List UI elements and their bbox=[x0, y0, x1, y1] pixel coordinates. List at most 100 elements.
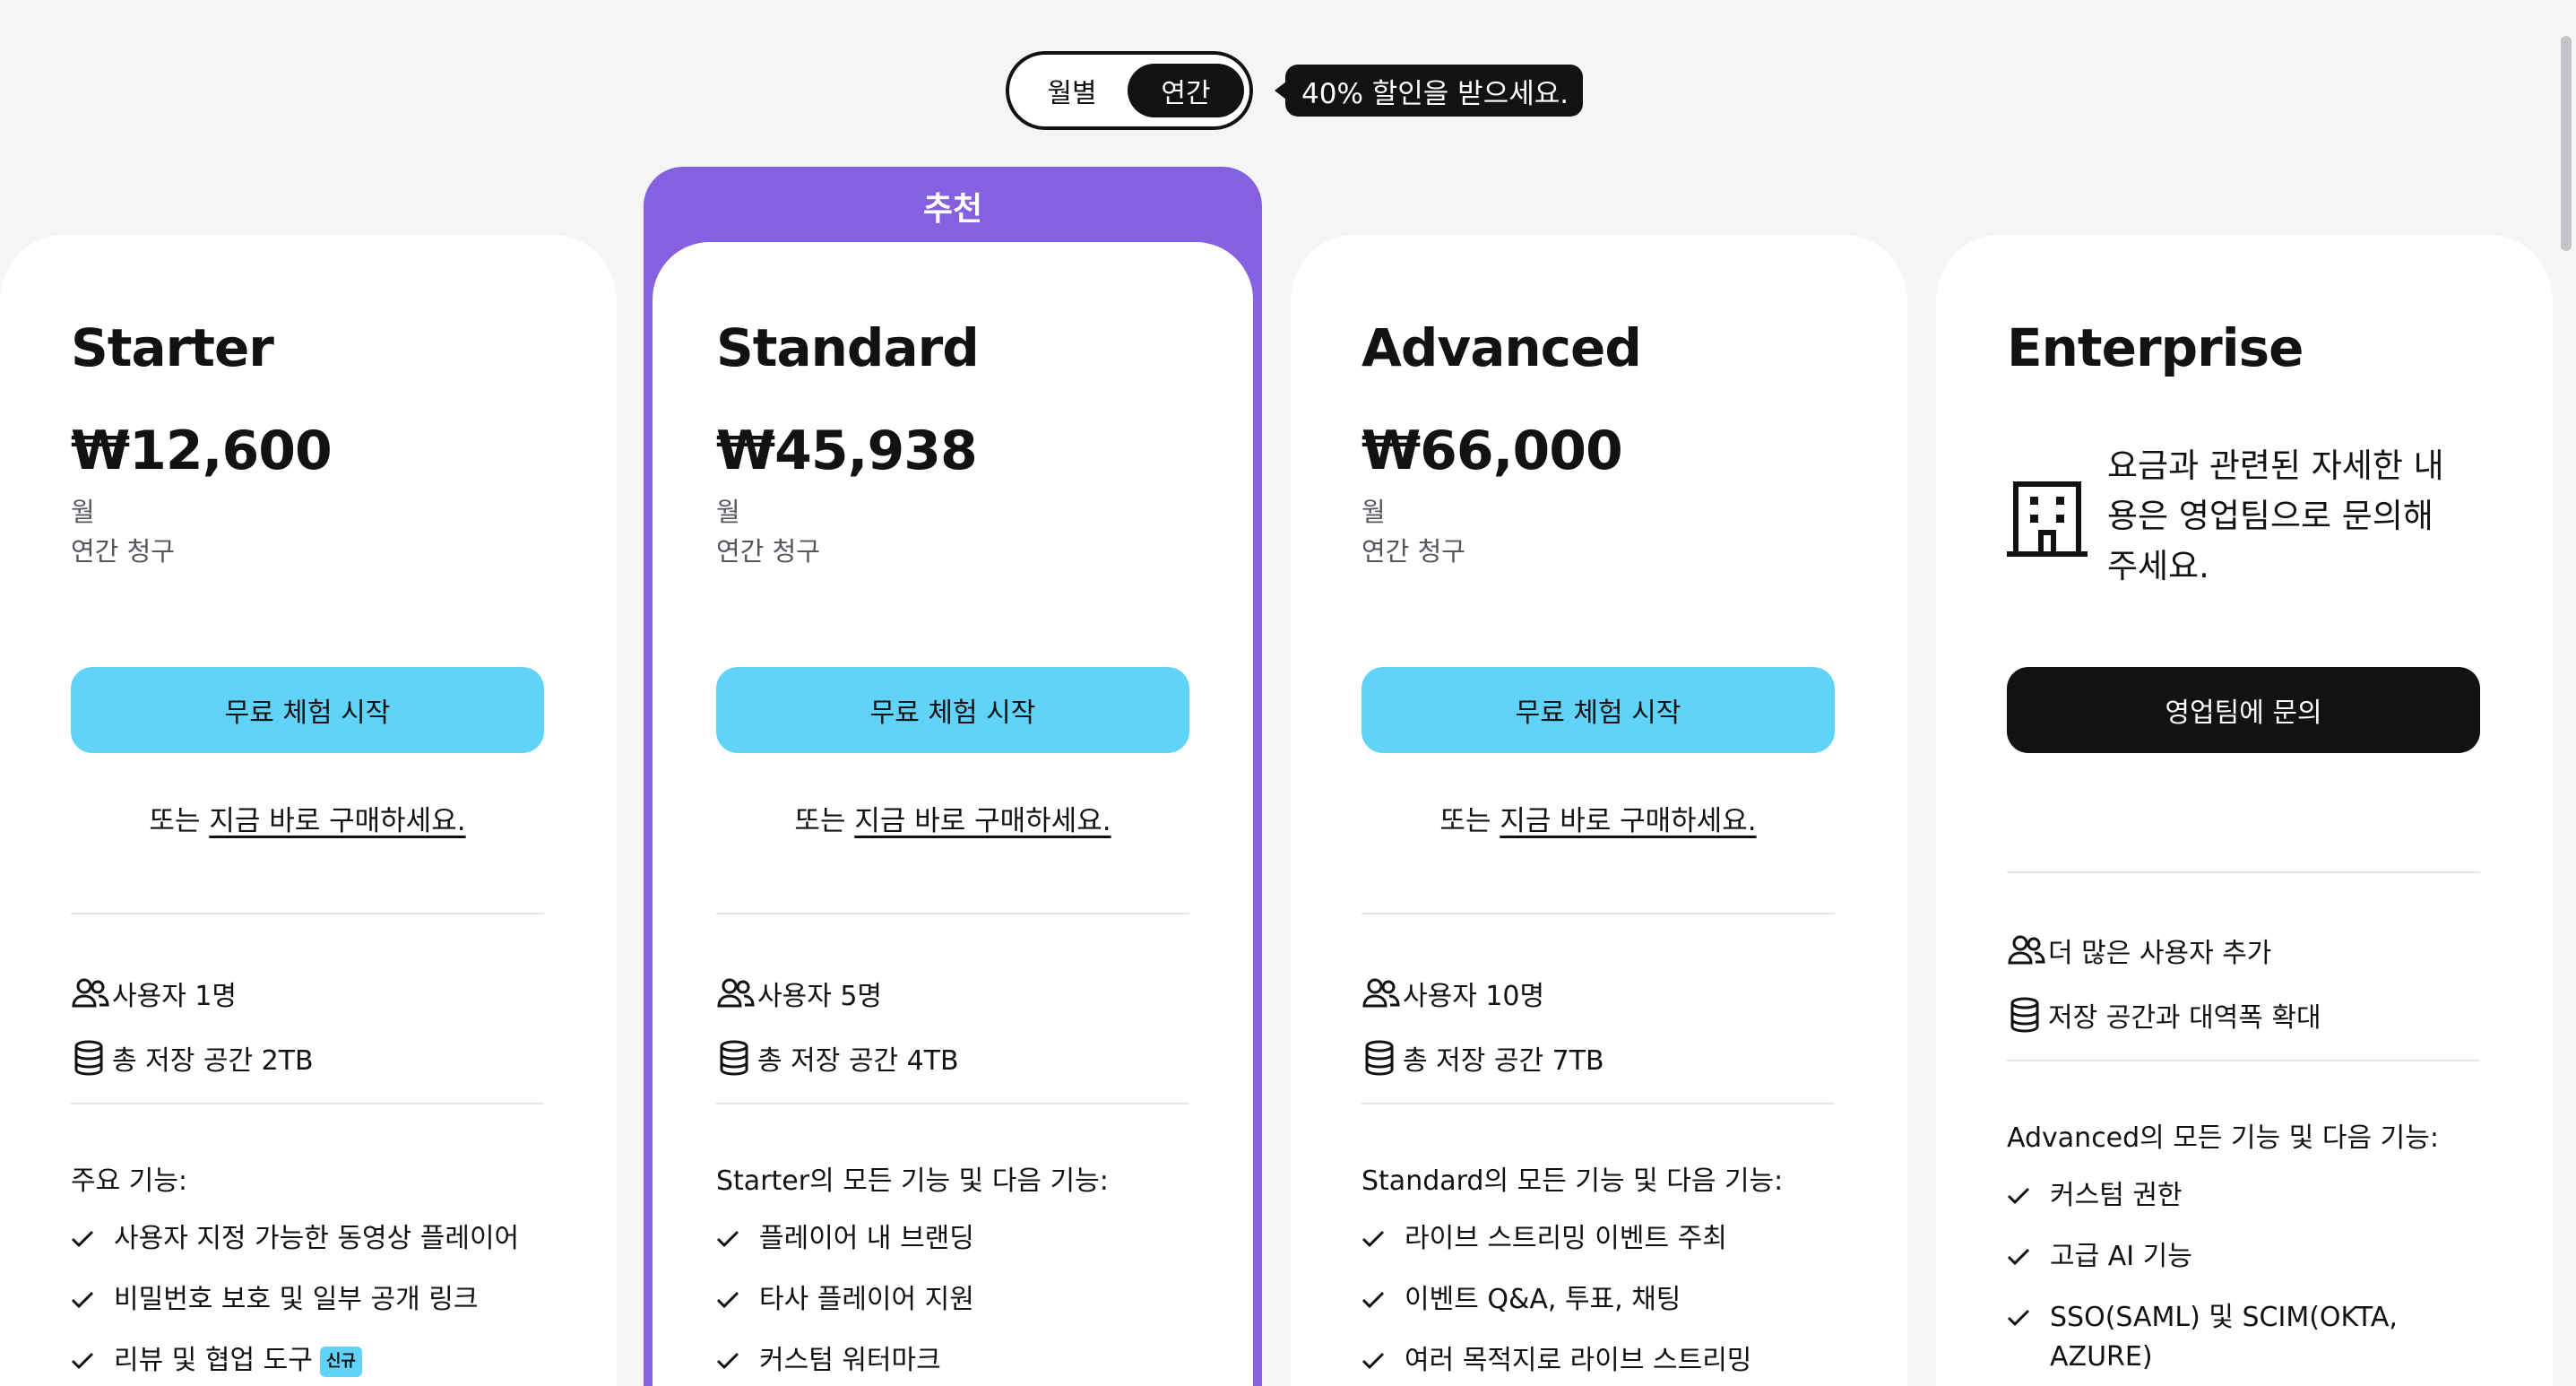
feature-list: 플레이어 내 브랜딩 타사 플레이어 지원 커스텀 워터마크 bbox=[716, 1219, 1189, 1386]
buy-now-line: 또는 지금 바로 구매하세요. bbox=[716, 798, 1189, 838]
start-trial-button[interactable]: 무료 체험 시작 bbox=[71, 667, 544, 753]
storage-text: 총 저장 공간 7TB bbox=[1403, 1045, 1604, 1077]
billing-note: 연간 청구 bbox=[71, 536, 175, 567]
features-title: Advanced의 모든 기능 및 다음 기능: bbox=[2007, 1122, 2439, 1154]
buy-now-link[interactable]: 지금 바로 구매하세요. bbox=[854, 805, 1111, 837]
feature-item: 비밀번호 보호 및 일부 공개 링크 bbox=[71, 1280, 544, 1320]
check-icon bbox=[71, 1219, 114, 1259]
check-icon bbox=[1361, 1280, 1405, 1320]
feature-text: 라이브 스트리밍 이벤트 주최 bbox=[1405, 1223, 1727, 1254]
check-icon bbox=[71, 1280, 114, 1320]
start-trial-button[interactable]: 무료 체험 시작 bbox=[1361, 667, 1835, 753]
divider bbox=[1361, 913, 1835, 914]
features-title: 주요 기능: bbox=[71, 1165, 188, 1197]
buy-now-link[interactable]: 지금 바로 구매하세요. bbox=[1500, 805, 1756, 837]
plan-card-standard: Standard ₩45,938 월 연간 청구 무료 체험 시작 또는 지금 … bbox=[653, 242, 1253, 1386]
plan-name: Starter bbox=[71, 317, 274, 378]
or-text: 또는 bbox=[1439, 805, 1500, 837]
divider bbox=[2007, 871, 2480, 873]
feature-item: 커스텀 워터마크 bbox=[716, 1341, 1189, 1381]
recommended-label: 추천 bbox=[922, 191, 983, 228]
plan-card-starter: Starter ₩12,600 월 연간 청구 무료 체험 시작 또는 지금 바… bbox=[0, 235, 617, 1386]
enterprise-info: 요금과 관련된 자세한 내용은 영업팀으로 문의해 주세요. bbox=[2007, 441, 2480, 592]
feature-text: 비밀번호 보호 및 일부 공개 링크 bbox=[114, 1284, 479, 1315]
feature-text: 플레이어 내 브랜딩 bbox=[759, 1223, 974, 1254]
feature-item: 이벤트 Q&A, 투표, 채팅 bbox=[1361, 1280, 1835, 1320]
divider bbox=[71, 913, 544, 914]
storage-text: 총 저장 공간 2TB bbox=[112, 1045, 314, 1077]
feature-item: 사용자 지정 가능한 동영상 플레이어 bbox=[71, 1219, 544, 1259]
plan-card-advanced: Advanced ₩66,000 월 연간 청구 무료 체험 시작 또는 지금 … bbox=[1291, 235, 1907, 1386]
discount-badge: 40% 할인을 받으세요. bbox=[1274, 65, 1584, 117]
feature-item: 여러 목적지로 라이브 스트리밍 bbox=[1361, 1341, 1835, 1381]
check-icon bbox=[716, 1280, 759, 1320]
feature-label: 리뷰 및 협업 도구 bbox=[114, 1345, 313, 1376]
storage-stat: 총 저장 공간 2TB bbox=[71, 1038, 544, 1078]
users-text: 사용자 5명 bbox=[757, 981, 883, 1012]
users-icon bbox=[716, 974, 757, 1013]
feature-text: 이벤트 Q&A, 투표, 채팅 bbox=[1405, 1284, 1681, 1315]
feature-text: 타사 플레이어 지원 bbox=[759, 1284, 974, 1315]
check-icon bbox=[716, 1219, 759, 1259]
contact-sales-button[interactable]: 영업팀에 문의 bbox=[2007, 667, 2480, 753]
divider bbox=[71, 1103, 544, 1104]
check-icon bbox=[716, 1341, 759, 1381]
toggle-monthly[interactable]: 월별 bbox=[1018, 64, 1126, 117]
or-text: 또는 bbox=[149, 805, 210, 837]
feature-text: 여러 목적지로 라이브 스트리밍 bbox=[1405, 1345, 1752, 1376]
check-icon bbox=[1361, 1341, 1405, 1381]
check-icon bbox=[71, 1341, 114, 1381]
plan-price: ₩66,000 bbox=[1361, 420, 1623, 482]
storage-stat: 총 저장 공간 4TB bbox=[716, 1038, 1189, 1078]
price-period: 월 bbox=[716, 497, 740, 527]
feature-item: 고급 AI 기능 bbox=[2007, 1237, 2480, 1277]
price-period: 월 bbox=[71, 497, 95, 527]
feature-text: 사용자 지정 가능한 동영상 플레이어 bbox=[114, 1223, 520, 1254]
price-period: 월 bbox=[1361, 497, 1386, 527]
database-icon bbox=[2007, 995, 2048, 1035]
divider bbox=[716, 913, 1189, 914]
feature-list: 라이브 스트리밍 이벤트 주최 이벤트 Q&A, 투표, 채팅 여러 목적지로 … bbox=[1361, 1219, 1835, 1386]
check-icon bbox=[1361, 1219, 1405, 1259]
plan-name: Enterprise bbox=[2007, 317, 2304, 378]
plan-name: Advanced bbox=[1361, 317, 1642, 378]
database-icon bbox=[716, 1038, 757, 1078]
users-stat: 사용자 1명 bbox=[71, 974, 544, 1013]
feature-item: 타사 플레이어 지원 bbox=[716, 1280, 1189, 1320]
feature-text: 리뷰 및 협업 도구 신규 bbox=[114, 1341, 362, 1381]
check-icon bbox=[2007, 1298, 2050, 1338]
storage-text: 총 저장 공간 4TB bbox=[757, 1045, 959, 1077]
users-text: 사용자 10명 bbox=[1403, 981, 1545, 1012]
plan-price: ₩12,600 bbox=[71, 420, 333, 482]
plan-name: Standard bbox=[716, 317, 980, 378]
feature-text: 커스텀 워터마크 bbox=[759, 1345, 941, 1376]
users-text: 사용자 1명 bbox=[112, 981, 238, 1012]
toggle-annual[interactable]: 연간 bbox=[1128, 64, 1244, 117]
building-icon bbox=[2007, 479, 2107, 568]
feature-text: 커스텀 권한 bbox=[2050, 1180, 2183, 1211]
divider bbox=[716, 1103, 1189, 1104]
buy-now-line: 또는 지금 바로 구매하세요. bbox=[1361, 798, 1835, 838]
start-trial-button[interactable]: 무료 체험 시작 bbox=[716, 667, 1189, 753]
users-stat: 더 많은 사용자 추가 bbox=[2007, 931, 2480, 970]
billing-toggle[interactable]: 월별 연간 bbox=[1006, 51, 1253, 130]
database-icon bbox=[71, 1038, 112, 1078]
check-icon bbox=[2007, 1176, 2050, 1216]
feature-text: SSO(SAML) 및 SCIM(OKTA, AZURE) bbox=[2050, 1302, 2398, 1373]
new-badge: 신규 bbox=[319, 1346, 362, 1377]
feature-text: 고급 AI 기능 bbox=[2050, 1241, 2192, 1272]
buy-now-line: 또는 지금 바로 구매하세요. bbox=[71, 798, 544, 838]
feature-list: 커스텀 권한 고급 AI 기능 SSO(SAML) 및 SCIM(OKTA, A… bbox=[2007, 1176, 2480, 1386]
features-title: Starter의 모든 기능 및 다음 기능: bbox=[716, 1165, 1109, 1197]
page-scrollbar[interactable] bbox=[2556, 0, 2576, 1386]
storage-stat: 총 저장 공간 7TB bbox=[1361, 1038, 1835, 1078]
plan-price: ₩45,938 bbox=[716, 420, 978, 482]
users-stat: 사용자 10명 bbox=[1361, 974, 1835, 1013]
users-icon bbox=[71, 974, 112, 1013]
buy-now-link[interactable]: 지금 바로 구매하세요. bbox=[209, 805, 465, 837]
scrollbar-thumb[interactable] bbox=[2561, 36, 2572, 251]
users-icon bbox=[2007, 931, 2048, 970]
billing-note: 연간 청구 bbox=[716, 536, 820, 567]
check-icon bbox=[2007, 1237, 2050, 1277]
users-text: 더 많은 사용자 추가 bbox=[2048, 938, 2272, 969]
